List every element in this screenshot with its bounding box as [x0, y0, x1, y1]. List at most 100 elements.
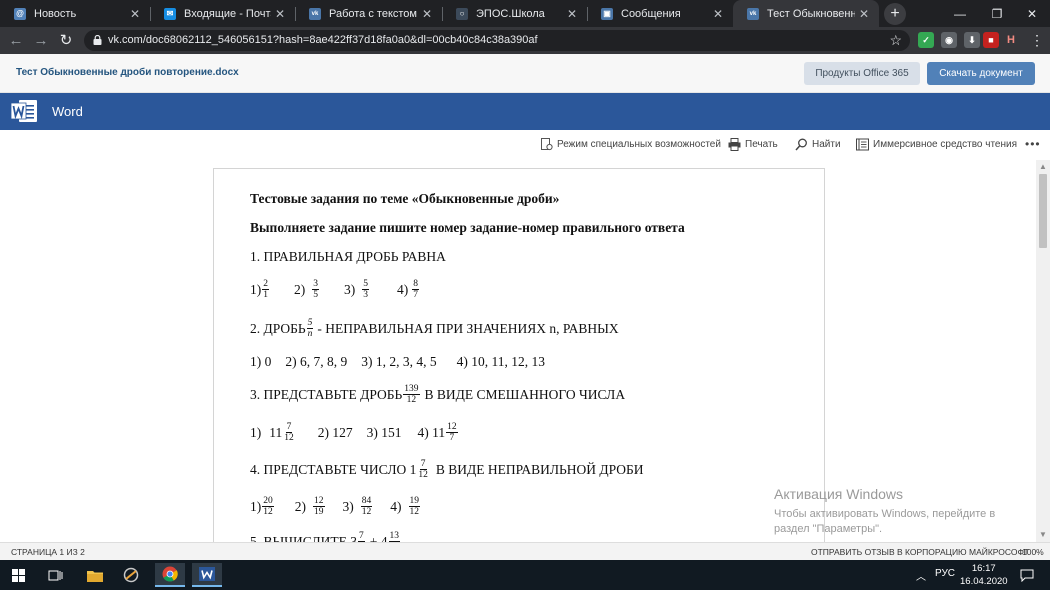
vk-news-icon: @: [14, 7, 26, 20]
tab-title: Работа с текстом 15.04: [329, 7, 418, 20]
option-label: 4): [397, 281, 409, 297]
windows-activation-watermark: Активация Windows Чтобы активировать Win…: [774, 486, 995, 537]
close-icon[interactable]: ✕: [563, 7, 581, 21]
immersive-reader-icon: [856, 138, 869, 151]
notifications-icon[interactable]: [1012, 563, 1042, 587]
search-icon: [795, 138, 807, 151]
shield-extension-icon[interactable]: ✓: [918, 32, 934, 48]
app-name: Word: [52, 104, 83, 119]
windows-start-icon[interactable]: [3, 563, 33, 587]
file-explorer-icon[interactable]: [80, 563, 110, 587]
question-3-options: 1) 11 7 12 2) 127 3) 151 4) 11 12 7: [250, 422, 459, 443]
word-taskbar-icon[interactable]: [192, 563, 222, 587]
close-icon[interactable]: ✕: [126, 7, 144, 21]
scroll-down-icon[interactable]: ▼: [1038, 530, 1048, 540]
tab-title: Входящие - Почта Mail.ru: [184, 7, 271, 20]
task-view-icon[interactable]: [40, 563, 70, 587]
browser-menu-icon[interactable]: ⋮: [1030, 30, 1044, 50]
question-2-suffix: - НЕПРАВИЛЬНАЯ ПРИ ЗНАЧЕНИЯХ n, РАВНЫХ: [317, 320, 619, 336]
tab-messages[interactable]: ▣ Сообщения ✕: [587, 0, 733, 27]
option-label: 2): [294, 498, 306, 514]
tray-chevron-icon[interactable]: ︿: [916, 568, 926, 583]
option: 3) 1, 2, 3, 4, 5: [361, 354, 437, 369]
question-2-options: 1) 0 2) 6, 7, 8, 9 3) 1, 2, 3, 4, 5 4) 1…: [250, 354, 545, 370]
question-4-options: 1) 20 12 2) 12 19 3) 84 12 4) 19 12: [250, 496, 421, 517]
tab-mail[interactable]: ✉ Входящие - Почта Mail.ru ✕: [150, 0, 295, 27]
fraction: 7 12: [418, 459, 428, 480]
fraction: 35: [312, 279, 319, 300]
document-viewport[interactable]: Тестовые задания по теме «Обыкновенные д…: [0, 160, 1050, 542]
question-3: 3. ПРЕДСТАВЬТЕ ДРОБЬ 139 12 В ВИДЕ СМЕШАН…: [250, 384, 625, 405]
reload-button[interactable]: ↻: [56, 31, 76, 51]
adblock-extension-icon[interactable]: ■: [983, 32, 999, 48]
option-label: 2): [294, 281, 306, 297]
address-bar-row: ← → ↻ vk.com/doc68062112_546056151?hash=…: [0, 27, 1050, 54]
minimize-button[interactable]: —: [942, 0, 978, 27]
more-options-icon[interactable]: •••: [1025, 137, 1041, 151]
tab-epos[interactable]: ○ ЭПОС.Школа ✕: [442, 0, 587, 27]
find-label: Найти: [812, 139, 841, 150]
close-window-button[interactable]: ✕: [1014, 0, 1050, 27]
messages-icon: ▣: [601, 7, 613, 20]
bookmark-star-icon[interactable]: ☆: [889, 32, 902, 49]
scrollbar-thumb[interactable]: [1039, 174, 1047, 248]
print-button[interactable]: Печать: [728, 138, 778, 151]
feedback-link[interactable]: ОТПРАВИТЬ ОТЗЫВ В КОРПОРАЦИЮ МАЙКРОСОФТ: [811, 547, 1029, 557]
option: 2) 127: [317, 424, 353, 440]
instruction-text: Выполняете задание пишите номер задание-…: [250, 220, 685, 235]
question-1-options: 1) 21 2) 35 3) 53 4) 87: [250, 279, 420, 300]
scroll-up-icon[interactable]: ▲: [1038, 162, 1048, 172]
tab-news[interactable]: @ Новость ✕: [0, 0, 150, 27]
question-5-mid: + 4: [369, 533, 388, 543]
activation-line-1: Чтобы активировать Windows, перейдите в: [774, 508, 996, 520]
close-icon[interactable]: ✕: [855, 7, 873, 21]
option: 4) 10, 11, 12, 13: [456, 354, 545, 369]
input-language[interactable]: РУС: [935, 568, 955, 579]
clock-date: 16.04.2020: [960, 576, 1008, 587]
fraction: 19 12: [408, 496, 420, 517]
profile-avatar[interactable]: Н: [1002, 31, 1020, 49]
chrome-icon[interactable]: [155, 563, 185, 587]
fraction: 7 12: [284, 422, 294, 443]
option: 3) 151: [366, 424, 402, 440]
option-label: 1): [250, 424, 262, 440]
eye-extension-icon[interactable]: ◉: [941, 32, 957, 48]
forward-button[interactable]: →: [31, 31, 51, 51]
address-bar[interactable]: vk.com/doc68062112_546056151?hash=8ae422…: [84, 30, 910, 51]
save-extension-icon[interactable]: ⬇: [964, 32, 980, 48]
tab-text-work[interactable]: vk Работа с текстом 15.04 ✕: [295, 0, 442, 27]
test-heading: Тестовые задания по теме «Обыкновенные д…: [250, 191, 560, 206]
maximize-button[interactable]: ❐: [979, 0, 1015, 27]
zoom-level[interactable]: 100%: [1022, 547, 1044, 557]
page-counter: СТРАНИЦА 1 ИЗ 2: [11, 547, 85, 557]
windows-taskbar: ︿ РУС 16:17 16.04.2020: [0, 560, 1050, 590]
activation-line-2: раздел "Параметры".: [774, 523, 883, 535]
close-icon[interactable]: ✕: [271, 7, 289, 21]
word-logo-icon: [10, 100, 37, 122]
download-document-button[interactable]: Скачать документ: [927, 62, 1035, 85]
close-icon[interactable]: ✕: [709, 7, 727, 21]
immersive-reader-button[interactable]: Иммерсивное средство чтения: [856, 138, 1017, 151]
accessibility-label: Режим специальных возможностей: [557, 139, 721, 150]
close-icon[interactable]: ✕: [418, 7, 436, 21]
office-products-button[interactable]: Продукты Office 365: [804, 62, 920, 85]
fraction: 139 12: [403, 384, 420, 405]
immersive-reader-label: Иммерсивное средство чтения: [873, 139, 1018, 150]
system-clock[interactable]: 16:17 16.04.2020: [960, 562, 1008, 588]
epos-icon: ○: [456, 7, 468, 20]
tab-test-fractions[interactable]: vk Тест Обыкновенные дроби ✕: [733, 0, 879, 27]
question-2-prefix: 2. ДРОБЬ: [250, 320, 306, 336]
accessibility-mode-button[interactable]: Режим специальных возможностей: [540, 138, 721, 151]
new-tab-button[interactable]: +: [884, 3, 906, 25]
find-button[interactable]: Найти: [795, 138, 841, 151]
option-label: 3): [342, 498, 354, 514]
vertical-scrollbar[interactable]: ▲ ▼: [1036, 160, 1050, 542]
app-icon[interactable]: [116, 563, 146, 587]
question-5-prefix: 5. ВЫЧИСЛИТЕ 3: [250, 533, 357, 543]
fraction: 7: [358, 531, 365, 542]
fraction: 12 7: [446, 422, 458, 443]
activation-title: Активация Windows: [774, 486, 904, 502]
option-label: 1): [250, 498, 262, 514]
tab-title: Тест Обыкновенные дроби: [767, 7, 855, 20]
back-button[interactable]: ←: [6, 31, 26, 51]
